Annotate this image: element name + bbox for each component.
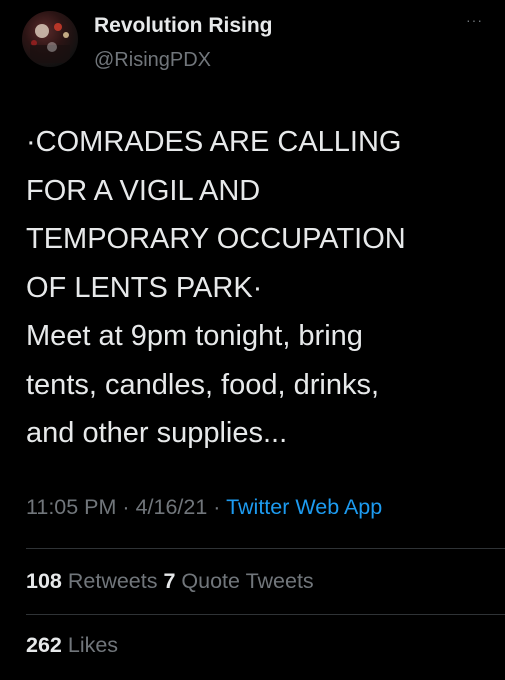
tweet-text: ·COMRADES ARE CALLING FOR A VIGIL AND TE…: [26, 126, 406, 449]
retweets-stat[interactable]: 108 Retweets: [26, 569, 157, 593]
divider: [26, 614, 505, 615]
tweet-date[interactable]: 4/16/21: [136, 495, 208, 519]
meta-separator: ·: [213, 495, 221, 519]
engagement-stats: 108 Retweets 7 Quote Tweets: [26, 569, 314, 594]
divider: [26, 548, 505, 549]
tweet-source-link[interactable]: Twitter Web App: [226, 495, 382, 519]
quotes-label: Quote Tweets: [181, 569, 314, 593]
likes-count: 262: [26, 633, 62, 657]
retweets-count: 108: [26, 569, 62, 593]
tweet-meta: 11:05 PM · 4/16/21 · Twitter Web App: [26, 495, 382, 520]
retweets-label: Retweets: [67, 569, 158, 593]
display-name[interactable]: Revolution Rising: [94, 14, 273, 38]
likes-label: Likes: [67, 633, 119, 657]
tweet-time[interactable]: 11:05 PM: [26, 495, 116, 519]
user-handle[interactable]: @RisingPDX: [94, 49, 211, 72]
quotes-count: 7: [163, 569, 176, 593]
quotes-stat[interactable]: 7 Quote Tweets: [163, 569, 313, 593]
more-options-icon[interactable]: ···: [466, 12, 483, 28]
avatar[interactable]: [22, 11, 78, 67]
likes-stat[interactable]: 262 Likes: [26, 633, 118, 658]
meta-separator: ·: [122, 495, 130, 519]
profile-avatar-icon: [30, 23, 70, 63]
